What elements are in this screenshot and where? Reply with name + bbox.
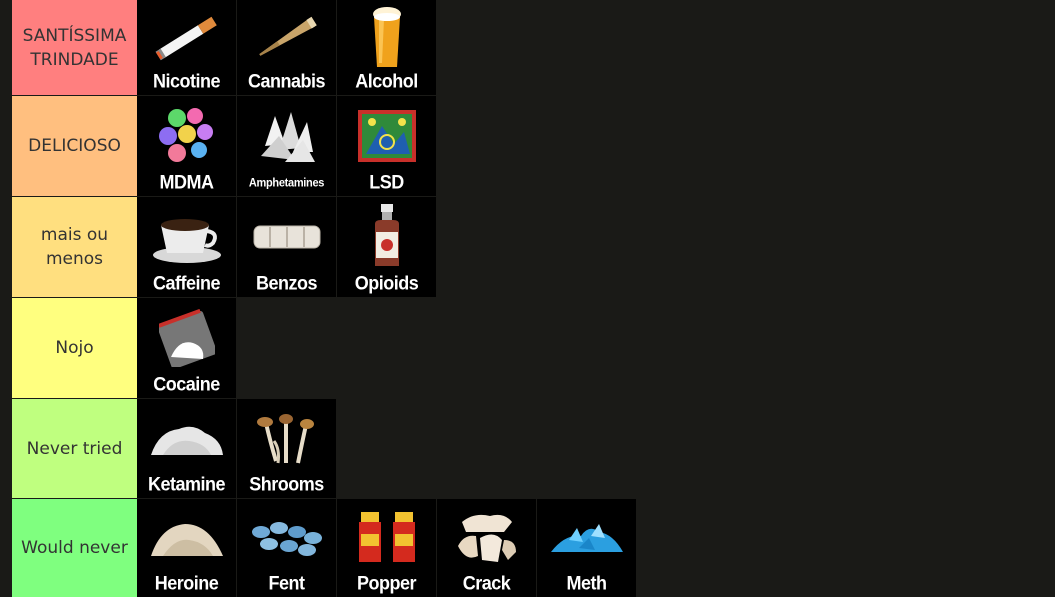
tier-label[interactable]: DELICIOSO	[12, 96, 137, 196]
tier-item-ketamine[interactable]: Ketamine	[137, 399, 236, 498]
powder-bag-icon	[158, 309, 215, 367]
item-label: Crack	[462, 571, 511, 594]
cigarette-icon	[155, 16, 217, 60]
item-label: Cocaine	[153, 372, 220, 395]
tier-item-crack[interactable]: Crack	[437, 499, 536, 597]
xanax-bar-icon	[253, 225, 320, 249]
item-label: Cannabis	[247, 69, 326, 92]
tier-label[interactable]: Would never	[12, 499, 137, 597]
tier-item-shrooms[interactable]: Shrooms	[237, 399, 336, 498]
tier-label[interactable]: Never tried	[12, 399, 137, 498]
tier-item-benzos[interactable]: Benzos	[237, 197, 336, 297]
blue-crystals-icon	[550, 524, 623, 552]
tier-item-nicotine[interactable]: Nicotine	[137, 0, 236, 95]
item-label: Meth	[566, 571, 608, 594]
tier-items[interactable]: Nicotine Cannabis Alcohol	[137, 0, 437, 95]
item-label: LSD	[369, 170, 404, 193]
tier-item-lsd[interactable]: LSD	[337, 96, 436, 196]
blotter-icon	[357, 110, 416, 162]
tier-label[interactable]: SANTÍSSIMA TRINDADE	[12, 0, 137, 95]
tier-item-opioids[interactable]: Opioids	[337, 197, 436, 297]
joint-icon	[258, 16, 317, 56]
tier-items[interactable]: Cocaine	[137, 298, 237, 398]
beige-powder-icon	[150, 524, 223, 556]
tier-items[interactable]: MDMA Amphetamines LSD	[137, 96, 437, 196]
tier-item-mdma[interactable]: MDMA	[137, 96, 236, 196]
tier-label[interactable]: mais ou menos	[12, 197, 137, 297]
powder-pile-icon	[150, 426, 223, 455]
tier-row-santissima-trindade: SANTÍSSIMA TRINDADE Nicotine Cannabis Al…	[12, 0, 1055, 95]
item-label: Caffeine	[152, 271, 221, 294]
item-label: Ketamine	[147, 472, 226, 495]
item-label: Benzos	[255, 271, 318, 294]
tier-item-amphetamines[interactable]: Amphetamines	[237, 96, 336, 196]
item-label: Fent	[268, 571, 306, 594]
syrup-bottle-icon	[374, 204, 399, 266]
item-label: Alcohol	[355, 69, 418, 92]
item-label: MDMA	[159, 170, 215, 193]
crystals-icon	[260, 112, 315, 162]
tier-item-caffeine[interactable]: Caffeine	[137, 197, 236, 297]
popper-bottles-icon	[358, 512, 415, 562]
item-label: Nicotine	[152, 69, 221, 92]
tier-item-fent[interactable]: Fent	[237, 499, 336, 597]
tier-item-popper[interactable]: Popper	[337, 499, 436, 597]
tier-item-meth[interactable]: Meth	[537, 499, 636, 597]
item-label: Opioids	[354, 271, 419, 294]
tier-row-mais-ou-menos: mais ou menos Caffeine Benzos Opioids	[12, 197, 1055, 297]
tier-item-cannabis[interactable]: Cannabis	[237, 0, 336, 95]
tier-row-delicioso: DELICIOSO MDMA Amphetamines LSD	[12, 96, 1055, 196]
item-label: Amphetamines	[248, 176, 325, 190]
rocks-icon	[457, 514, 516, 562]
tier-row-never-tried: Never tried Ketamine Shrooms	[12, 399, 1055, 498]
tier-items[interactable]: Caffeine Benzos Opioids	[137, 197, 437, 297]
tier-items[interactable]: Heroine Fent Popper Crack Meth	[137, 499, 637, 597]
pills-icon	[158, 108, 213, 162]
tier-item-alcohol[interactable]: Alcohol	[337, 0, 436, 95]
beer-glass-icon	[372, 6, 401, 67]
mushrooms-icon	[256, 413, 314, 463]
item-label: Popper	[356, 571, 417, 594]
coffee-cup-icon	[152, 219, 221, 263]
tier-item-cocaine[interactable]: Cocaine	[137, 298, 236, 398]
tier-row-nojo: Nojo Cocaine	[12, 298, 1055, 398]
tier-list: SANTÍSSIMA TRINDADE Nicotine Cannabis Al…	[0, 0, 1055, 597]
tier-label[interactable]: Nojo	[12, 298, 137, 398]
item-label: Shrooms	[249, 472, 324, 495]
item-label: Heroine	[154, 571, 219, 594]
tier-items[interactable]: Ketamine Shrooms	[137, 399, 337, 498]
tier-item-heroine[interactable]: Heroine	[137, 499, 236, 597]
tier-row-would-never: Would never Heroine Fent Popper Crack Me…	[12, 499, 1055, 597]
blue-pills-icon	[251, 522, 322, 556]
